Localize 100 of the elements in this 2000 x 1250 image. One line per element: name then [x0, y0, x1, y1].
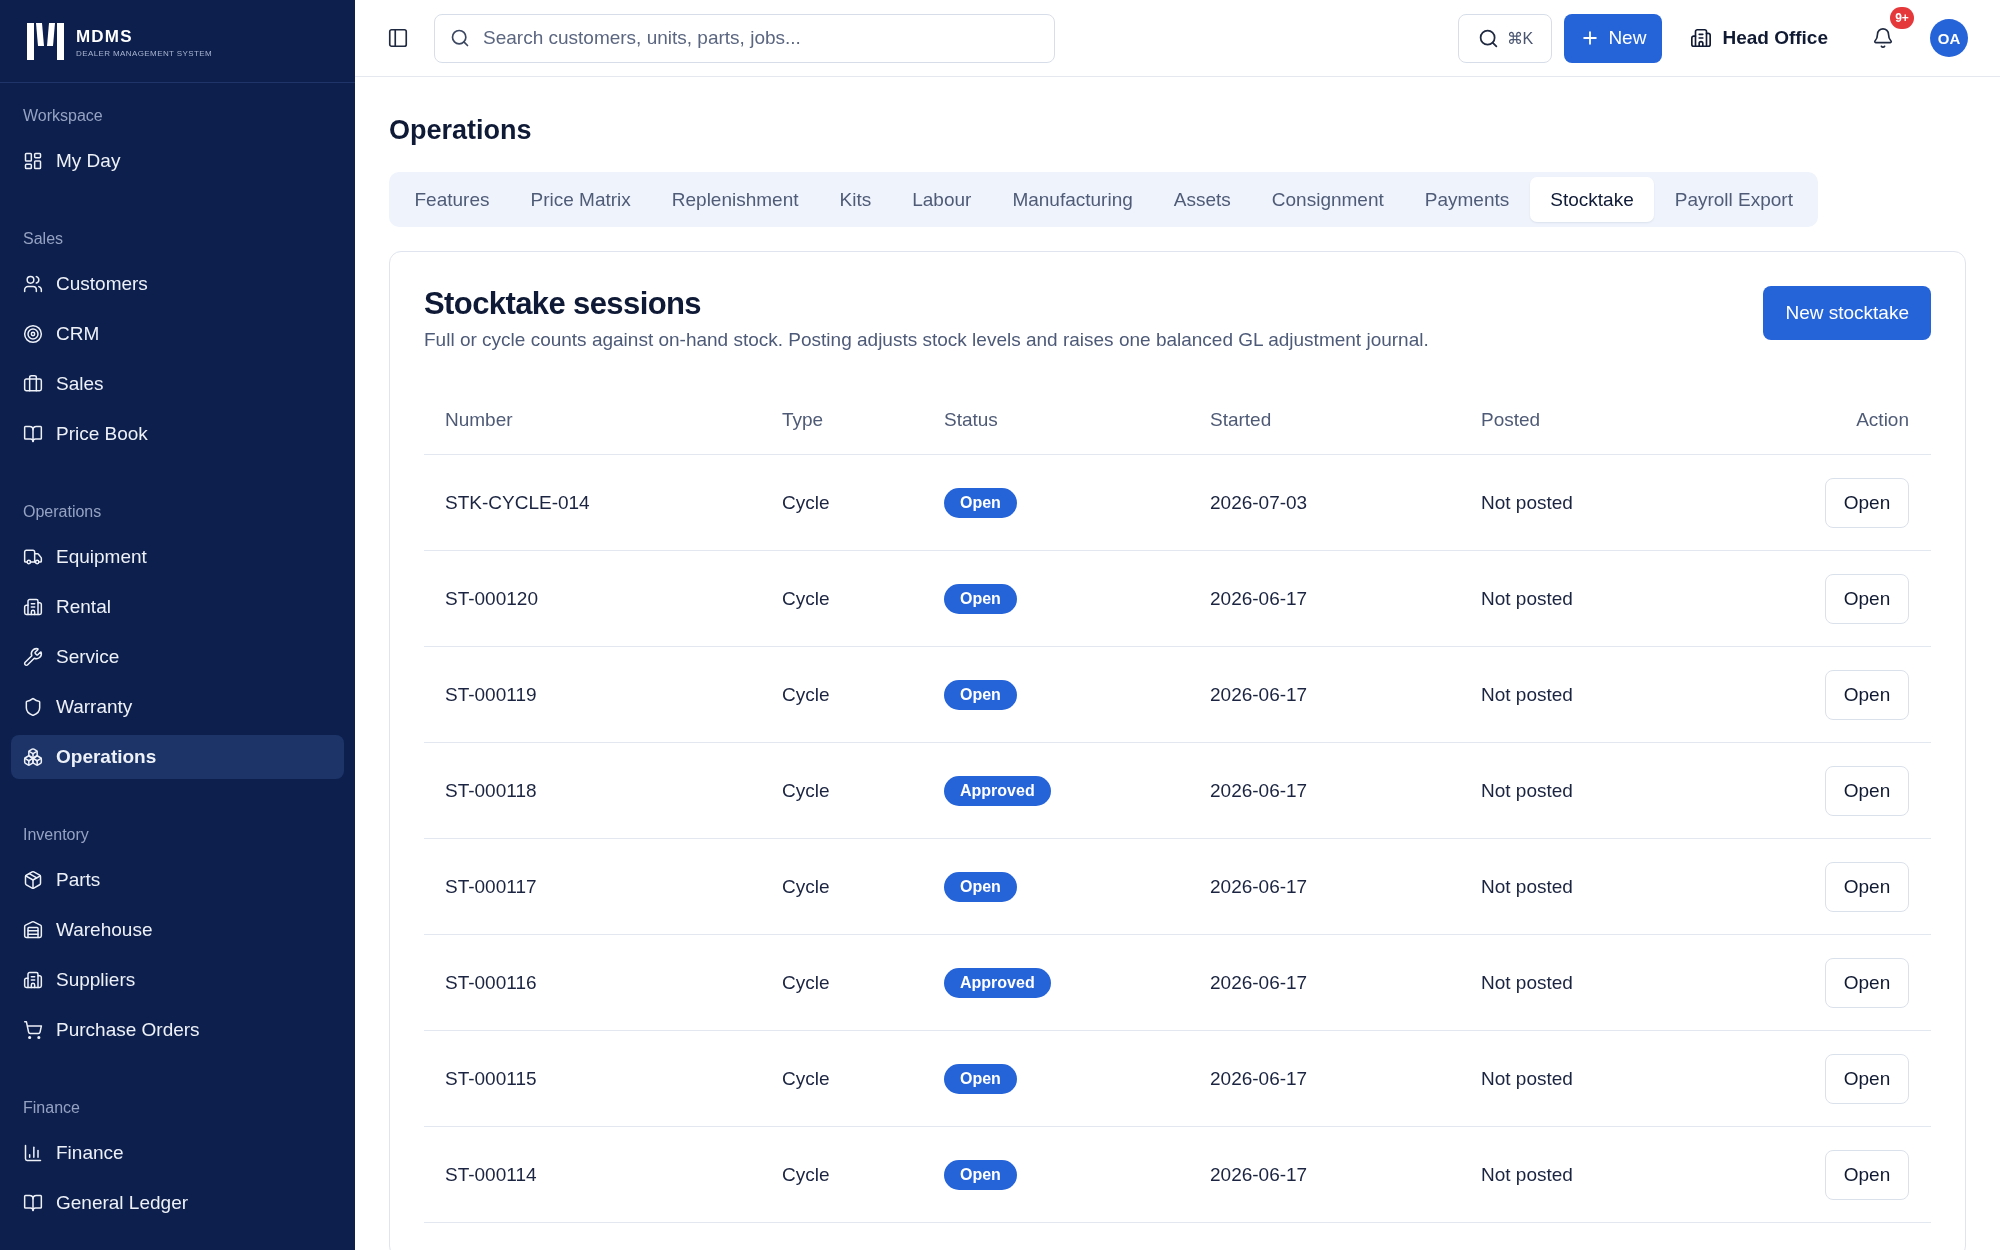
session-type: Cycle	[782, 1163, 830, 1186]
command-search-button[interactable]: ⌘K	[1458, 13, 1553, 63]
building-icon	[23, 597, 43, 617]
sidebar-item[interactable]: Suppliers	[11, 958, 344, 1002]
session-type: Cycle	[782, 779, 830, 802]
truck-icon	[23, 547, 43, 567]
sidebar-item[interactable]: Warranty	[11, 685, 344, 729]
notifications-button[interactable]	[1872, 27, 1894, 49]
page-title: Operations	[389, 114, 532, 146]
column-header: Type	[782, 409, 824, 431]
users-icon	[23, 274, 43, 294]
tab[interactable]: Price Matrix	[510, 177, 652, 222]
session-started-date: 2026-07-03	[1210, 491, 1308, 514]
sidebar-item[interactable]: Price Book	[11, 412, 344, 456]
session-started-date: 2026-06-17	[1210, 683, 1308, 706]
open-button[interactable]: Open	[1825, 861, 1909, 912]
section-label: Finance	[23, 1098, 80, 1118]
session-posted-status: Not posted	[1481, 1067, 1573, 1090]
wrench-icon	[23, 647, 43, 667]
tab[interactable]: Stocktake	[1529, 177, 1655, 222]
tab[interactable]: Consignment	[1251, 177, 1405, 222]
user-avatar[interactable]: OA	[1930, 19, 1968, 57]
open-button[interactable]: Open	[1825, 1053, 1909, 1104]
package-icon	[23, 870, 43, 890]
tab[interactable]: Replenishment	[651, 177, 820, 222]
session-type: Cycle	[782, 683, 830, 706]
tab[interactable]: Assets	[1153, 177, 1252, 222]
brand-name: MDMS	[76, 28, 133, 46]
sidebar-item[interactable]: CRM	[11, 312, 344, 356]
session-posted-status: Not posted	[1481, 683, 1573, 706]
status-badge: Open	[944, 679, 1017, 710]
location-switcher[interactable]: Head Office	[1678, 13, 1840, 63]
sidebar-icon	[387, 27, 409, 49]
section-label: Inventory	[23, 825, 89, 845]
session-number: ST-000119	[445, 683, 537, 706]
section-label: Workspace	[23, 106, 103, 126]
status-badge: Open	[944, 871, 1017, 902]
sidebar-item[interactable]: Operations	[11, 735, 344, 779]
sidebar-item[interactable]: Parts	[11, 858, 344, 902]
section-label: Operations	[23, 502, 102, 522]
session-started-date: 2026-06-17	[1210, 1067, 1308, 1090]
new-button[interactable]: New	[1564, 13, 1663, 63]
session-type: Cycle	[782, 491, 830, 514]
open-button[interactable]: Open	[1825, 573, 1909, 624]
sidebar-item[interactable]: Finance	[11, 1131, 344, 1175]
dashboard-icon	[23, 151, 43, 171]
tab[interactable]: Kits	[819, 177, 892, 222]
boxes-icon	[23, 747, 43, 767]
panel-description: Full or cycle counts against on-hand stock. Posting adjusts stock levels and raises one balanced GL adjustment journal.	[424, 328, 1429, 352]
column-header: Status	[944, 409, 998, 431]
book-icon	[23, 1193, 43, 1213]
target-icon	[23, 324, 43, 344]
status-badge: Approved	[944, 967, 1051, 998]
session-posted-status: Not posted	[1481, 1163, 1573, 1186]
section-label: Sales	[23, 229, 64, 249]
tab[interactable]: Manufacturing	[991, 177, 1154, 222]
sidebar-item[interactable]: Rental	[11, 585, 344, 629]
bar-chart-icon	[23, 1143, 43, 1163]
search-icon	[450, 27, 470, 48]
session-started-date: 2026-06-17	[1210, 1163, 1308, 1186]
open-button[interactable]: Open	[1825, 669, 1909, 720]
sidebar-item[interactable]: My Day	[11, 139, 344, 183]
session-started-date: 2026-06-17	[1210, 875, 1308, 898]
open-button[interactable]: Open	[1825, 1149, 1909, 1200]
status-badge: Open	[944, 487, 1017, 518]
book-icon	[23, 424, 43, 444]
session-number: ST-000120	[445, 587, 538, 610]
status-badge: Open	[944, 1063, 1017, 1094]
tab[interactable]: Features	[394, 177, 510, 222]
sidebar-item[interactable]: Customers	[11, 262, 344, 306]
cart-icon	[23, 1020, 43, 1040]
bell-icon	[1872, 27, 1894, 49]
sidebar-item[interactable]: Warehouse	[11, 908, 344, 952]
session-number: ST-000117	[445, 875, 537, 898]
new-stocktake-button[interactable]: New stocktake	[1763, 286, 1931, 340]
column-header: Posted	[1481, 409, 1541, 431]
panel-title: Stocktake sessions	[424, 285, 701, 323]
building-icon	[1690, 27, 1713, 49]
tab[interactable]: Payments	[1404, 177, 1530, 222]
sidebar-item[interactable]: Equipment	[11, 535, 344, 579]
open-button[interactable]: Open	[1825, 957, 1909, 1008]
tab[interactable]: Payroll Export	[1654, 177, 1814, 222]
tab[interactable]: Labour	[891, 177, 992, 222]
logo-mark-icon	[27, 22, 64, 60]
sidebar-item[interactable]: Sales	[11, 362, 344, 406]
column-header: Action	[1856, 409, 1909, 431]
sidebar-item[interactable]: General Ledger	[11, 1181, 344, 1225]
session-posted-status: Not posted	[1481, 491, 1573, 514]
shield-icon	[23, 697, 43, 717]
session-started-date: 2026-06-17	[1210, 971, 1308, 994]
status-badge: Open	[944, 1159, 1017, 1190]
session-number: ST-000115	[445, 1067, 537, 1090]
column-header: Started	[1210, 409, 1272, 431]
session-number: STK-CYCLE-014	[445, 491, 590, 514]
search-field[interactable]: Search customers, units, parts, jobs...	[434, 13, 1055, 63]
sidebar-item[interactable]: Service	[11, 635, 344, 679]
sidebar-item[interactable]: Purchase Orders	[11, 1008, 344, 1052]
open-button[interactable]: Open	[1825, 765, 1909, 816]
sidebar-toggle-button[interactable]	[387, 27, 409, 49]
open-button[interactable]: Open	[1825, 477, 1909, 528]
